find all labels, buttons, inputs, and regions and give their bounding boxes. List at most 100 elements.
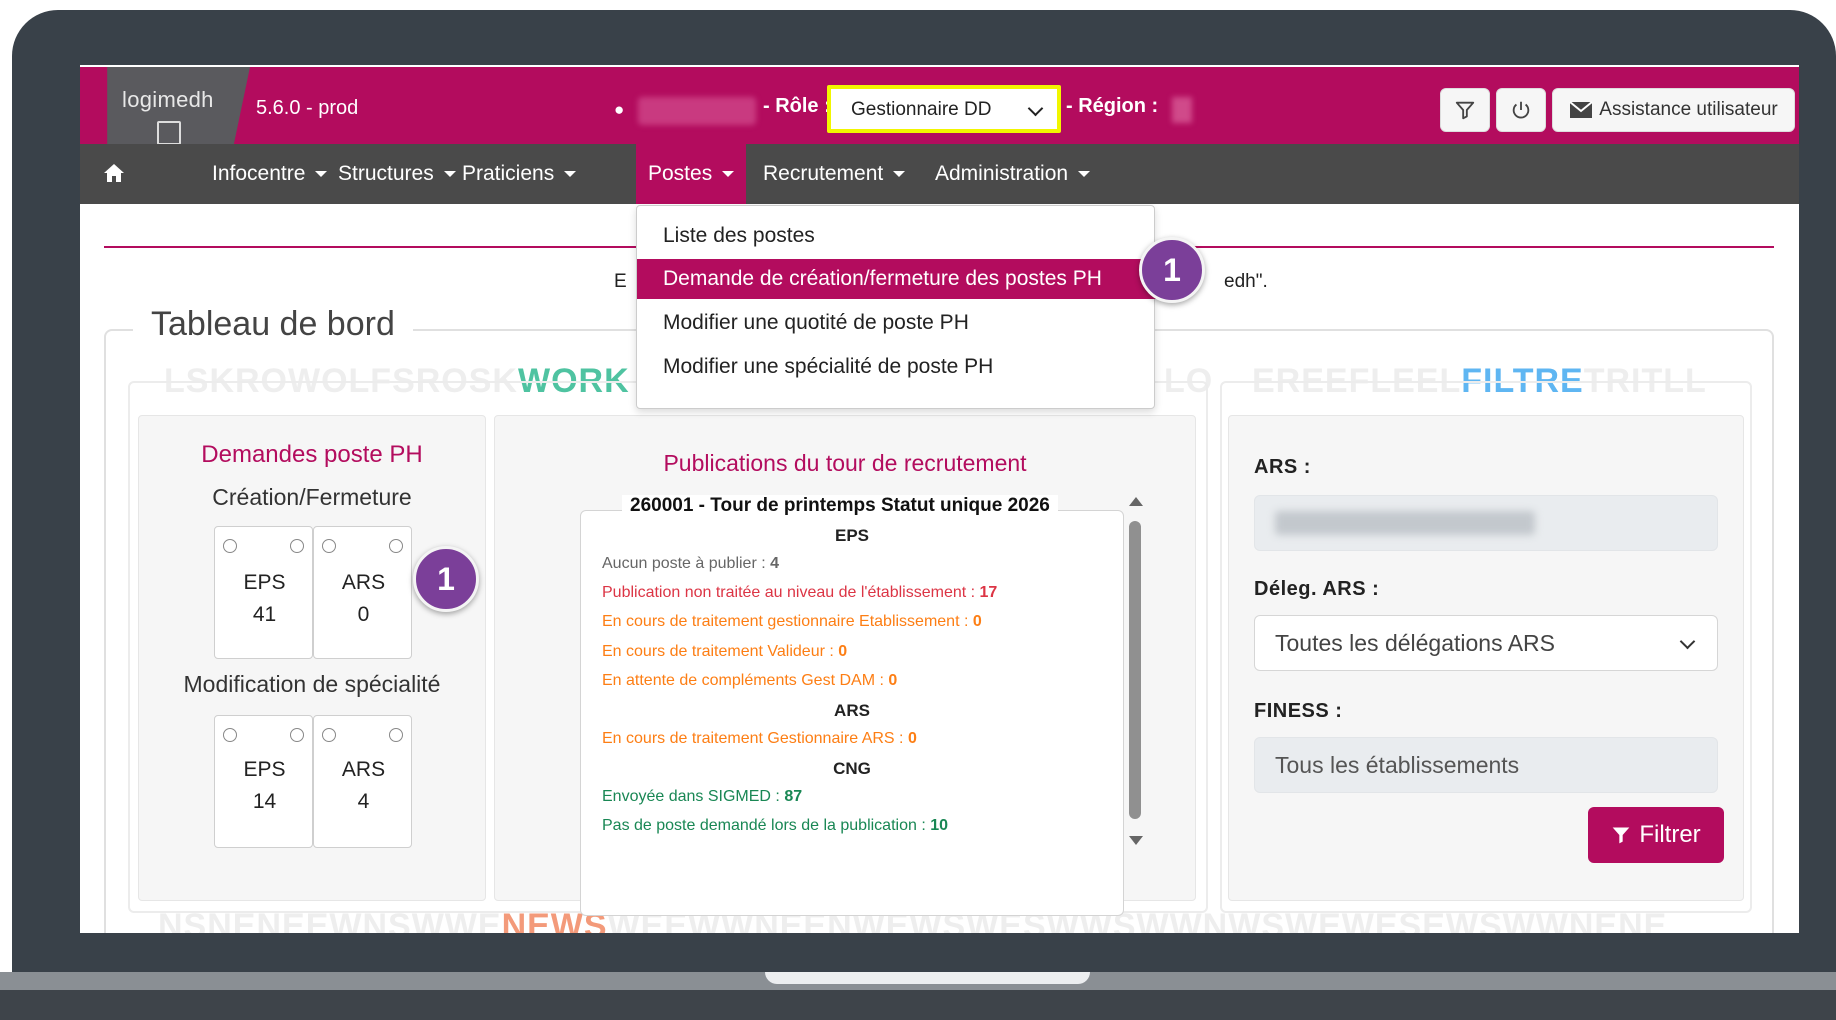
user-icon: ● (614, 100, 625, 119)
scroll-down-icon[interactable] (1129, 836, 1143, 845)
menu-item-modifier-specialite[interactable]: Modifier une spécialité de poste PH (637, 347, 1156, 387)
home-icon[interactable] (102, 162, 126, 184)
filter-icon (1455, 101, 1475, 120)
nav-recrutement[interactable]: Recrutement (751, 144, 917, 204)
card-label: ARS (341, 571, 386, 594)
dashboard-title: Tableau de bord (133, 305, 413, 344)
role-select[interactable]: Gestionnaire DD (827, 85, 1061, 133)
nav-postes[interactable]: Postes (636, 144, 747, 204)
nav-structures[interactable]: Structures (326, 144, 468, 204)
radio-icon (322, 728, 336, 742)
finess-field[interactable]: Tous les établissements (1254, 737, 1718, 793)
nav-label: Infocentre (212, 162, 306, 185)
power-icon (1512, 101, 1530, 119)
pub-line-value: 17 (979, 584, 998, 601)
logout-button[interactable] (1496, 88, 1546, 132)
pub-line-text: En cours de traitement gestionnaire Etab… (602, 613, 973, 630)
nav-infocentre[interactable]: Infocentre (200, 144, 339, 204)
user-name-redacted (638, 97, 756, 125)
assistance-label: Assistance utilisateur (1599, 99, 1778, 120)
pub-line-text: Envoyée dans SIGMED : (602, 788, 785, 805)
menu-item-liste-postes[interactable]: Liste des postes (637, 216, 1156, 256)
publications-title: Publications du tour de recrutement (663, 450, 1027, 476)
nav-praticiens[interactable]: Praticiens (450, 144, 588, 204)
assistance-button[interactable]: Assistance utilisateur (1552, 88, 1795, 132)
role-select-value: Gestionnaire DD (851, 99, 992, 120)
deleg-ars-select[interactable]: Toutes les délégations ARS (1254, 615, 1718, 671)
pub-line-text: Publication non traitée au niveau de l'é… (602, 584, 980, 601)
pub-line-value: 4 (770, 555, 780, 572)
notice-text-fragment-end: edh". (1224, 271, 1268, 292)
filter-icon (1612, 827, 1630, 844)
nav-administration[interactable]: Administration (923, 144, 1102, 204)
pub-line-value: 0 (888, 672, 898, 689)
top-bar: logimedh 5.6.0 - prod ● - Rôle : Gestion… (80, 67, 1799, 197)
region-label: - Région : (1066, 95, 1159, 117)
postes-dropdown-menu: Liste des postes Demande de création/fer… (636, 205, 1156, 409)
radio-icon (389, 539, 403, 553)
modification-eps-card[interactable]: EPS 14 (214, 715, 313, 848)
main-navbar: Infocentre Structures Praticiens Postes … (80, 144, 1799, 204)
pub-line-value: 87 (784, 788, 803, 805)
radio-icon (223, 539, 237, 553)
pub-line-gestionnaire-etab: En cours de traitement gestionnaire Etab… (602, 613, 982, 631)
menu-item-demande-creation-fermeture[interactable]: Demande de création/fermeture des postes… (637, 259, 1156, 299)
ars-header: ARS (834, 701, 870, 720)
card-value: 41 (252, 603, 277, 626)
pub-line-aucun-poste: Aucun poste à publier : 4 (602, 555, 779, 573)
filtrer-button[interactable]: Filtrer (1588, 807, 1724, 863)
version-label: 5.6.0 - prod (256, 97, 359, 119)
pub-line-text: Pas de poste demandé lors de la publicat… (602, 817, 931, 834)
ars-value-redacted (1275, 511, 1535, 535)
deleg-ars-value: Toutes les délégations ARS (1275, 629, 1556, 656)
nav-label: Structures (338, 162, 434, 185)
step-badge: 1 (413, 546, 479, 612)
laptop-base-bottom (0, 990, 1836, 1020)
laptop-notch (765, 972, 1090, 984)
card-value: 4 (357, 790, 370, 813)
radio-icon (223, 728, 237, 742)
creation-ars-card[interactable]: ARS 0 (313, 526, 412, 659)
chevron-down-icon (1027, 100, 1044, 117)
ars-field (1254, 495, 1718, 551)
pub-line-valideur: En cours de traitement Valideur : 0 (602, 643, 847, 661)
card-value: 0 (357, 603, 370, 626)
caret-down-icon (893, 171, 906, 177)
publications-scrollbar[interactable] (1125, 491, 1145, 851)
menu-item-modifier-quotite[interactable]: Modifier une quotité de poste PH (637, 303, 1156, 343)
pub-line-text: En cours de traitement Gestionnaire ARS … (602, 730, 908, 747)
deleg-ars-label: Déleg. ARS : (1254, 578, 1380, 600)
card-label: ARS (341, 758, 386, 781)
pub-line-text: En attente de compléments Gest DAM : (602, 672, 889, 689)
pub-line-text: Aucun poste à publier : (602, 555, 771, 572)
creation-eps-card[interactable]: EPS 41 (214, 526, 313, 659)
nav-label: Recrutement (763, 162, 884, 185)
scroll-up-icon[interactable] (1129, 497, 1143, 506)
caret-down-icon (564, 171, 577, 177)
pub-line-value: 0 (907, 730, 917, 747)
pub-line-pas-de-poste: Pas de poste demandé lors de la publicat… (602, 817, 948, 835)
ars-label: ARS : (1254, 456, 1311, 478)
creation-fermeture-title: Création/Fermeture (212, 484, 412, 510)
pub-line-sigmed: Envoyée dans SIGMED : 87 (602, 788, 802, 806)
notice-text-fragment: E (614, 271, 627, 292)
modification-ars-card[interactable]: ARS 4 (313, 715, 412, 848)
envelope-icon (1569, 101, 1593, 118)
pub-line-value: 10 (930, 817, 949, 834)
region-value-redacted (1172, 97, 1192, 123)
radio-icon (322, 539, 336, 553)
app-logo: logimedh (122, 87, 214, 112)
role-label: - Rôle : (763, 95, 831, 117)
app-screen: logimedh 5.6.0 - prod ● - Rôle : Gestion… (80, 65, 1799, 933)
radio-icon (290, 728, 304, 742)
eps-header: EPS (834, 526, 870, 545)
filtrer-label: Filtrer (1639, 821, 1701, 848)
nav-label: Postes (648, 162, 713, 185)
caret-down-icon (722, 171, 735, 177)
scrollbar-thumb[interactable] (1129, 521, 1141, 819)
tour-title: 260001 - Tour de printemps Statut unique… (622, 495, 1058, 517)
logo-icon (157, 121, 181, 145)
filter-toggle-button[interactable] (1440, 88, 1490, 132)
radio-icon (389, 728, 403, 742)
pub-line-text: En cours de traitement Valideur : (602, 643, 839, 660)
